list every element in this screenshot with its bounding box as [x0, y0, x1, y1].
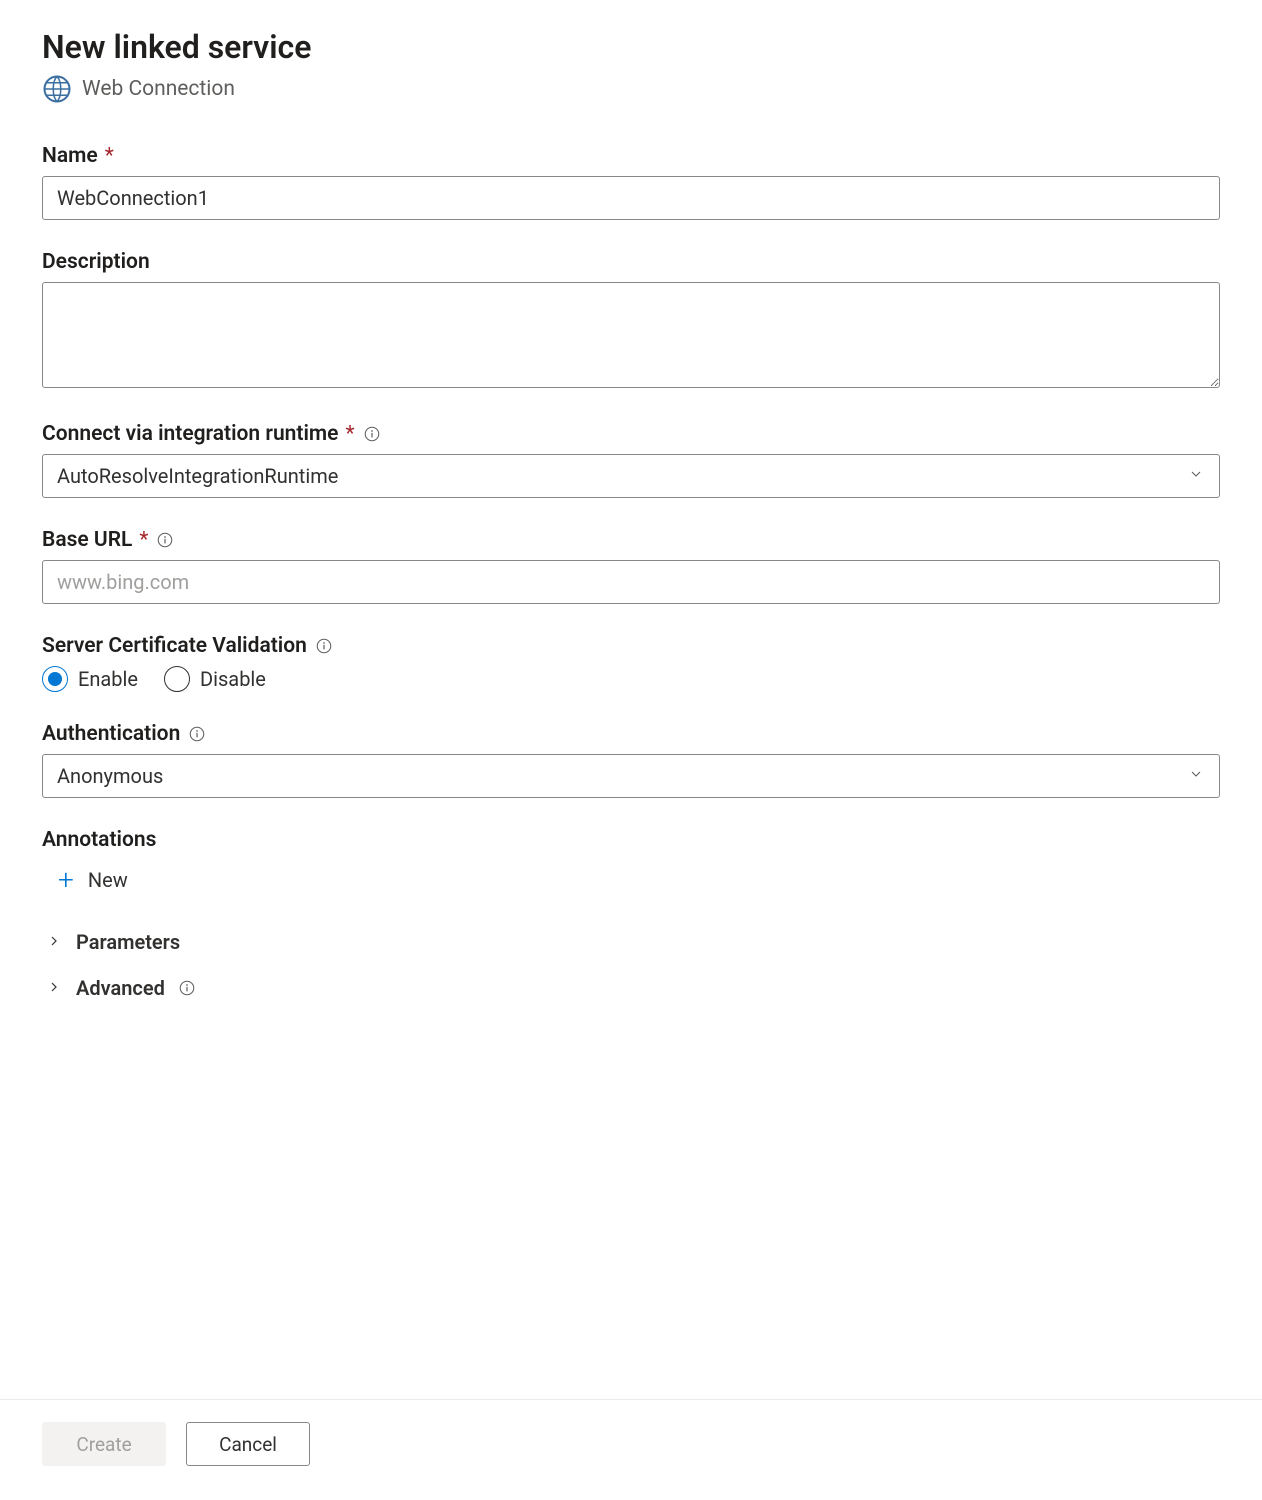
field-group-annotations: Annotations + New — [42, 828, 1220, 900]
radio-enable-text: Enable — [78, 667, 138, 691]
base-url-label-text: Base URL — [42, 528, 132, 552]
authentication-label-text: Authentication — [42, 722, 180, 746]
radio-enable[interactable]: Enable — [42, 666, 138, 692]
server-cert-label-text: Server Certificate Validation — [42, 634, 307, 658]
field-group-base-url: Base URL * — [42, 528, 1220, 604]
name-input[interactable] — [42, 176, 1220, 220]
linked-service-panel: New linked service Web Connection Name *… — [0, 0, 1262, 1402]
accordion-parameters-label: Parameters — [76, 930, 180, 954]
subtitle: Web Connection — [82, 77, 235, 101]
field-group-authentication: Authentication Anonymous — [42, 722, 1220, 798]
description-label-text: Description — [42, 250, 150, 274]
field-group-name: Name * — [42, 144, 1220, 220]
required-asterisk: * — [139, 528, 148, 552]
create-button[interactable]: Create — [42, 1422, 166, 1466]
radio-disable[interactable]: Disable — [164, 666, 266, 692]
info-icon[interactable] — [314, 636, 334, 656]
chevron-right-icon — [46, 933, 64, 951]
authentication-select[interactable]: Anonymous — [42, 754, 1220, 798]
accordion-parameters[interactable]: Parameters — [46, 930, 1220, 954]
radio-disable-circle — [164, 666, 190, 692]
base-url-input[interactable] — [42, 560, 1220, 604]
add-annotation-button[interactable]: + New — [50, 860, 136, 900]
required-asterisk: * — [345, 422, 354, 446]
integration-runtime-label-text: Connect via integration runtime — [42, 422, 338, 446]
integration-runtime-label: Connect via integration runtime * — [42, 422, 1220, 446]
footer: Create Cancel — [0, 1399, 1262, 1500]
annotations-label: Annotations — [42, 828, 1220, 852]
field-group-description: Description — [42, 250, 1220, 392]
radio-disable-text: Disable — [200, 667, 266, 691]
field-group-integration-runtime: Connect via integration runtime * AutoRe… — [42, 422, 1220, 498]
page-title: New linked service — [42, 28, 1220, 66]
integration-runtime-select[interactable]: AutoResolveIntegrationRuntime — [42, 454, 1220, 498]
annotations-label-text: Annotations — [42, 828, 156, 852]
globe-icon — [42, 74, 72, 104]
base-url-label: Base URL * — [42, 528, 1220, 552]
authentication-label: Authentication — [42, 722, 1220, 746]
description-textarea[interactable] — [42, 282, 1220, 388]
info-icon[interactable] — [155, 530, 175, 550]
radio-enable-circle — [42, 666, 68, 692]
field-group-server-cert: Server Certificate Validation Enable Dis… — [42, 634, 1220, 692]
chevron-right-icon — [46, 979, 64, 997]
required-asterisk: * — [105, 144, 114, 168]
info-icon[interactable] — [362, 424, 382, 444]
plus-icon: + — [58, 866, 74, 894]
info-icon[interactable] — [177, 978, 197, 998]
name-label-text: Name — [42, 144, 98, 168]
accordion-advanced[interactable]: Advanced — [46, 976, 1220, 1000]
add-annotation-text: New — [88, 868, 128, 892]
name-label: Name * — [42, 144, 1220, 168]
info-icon[interactable] — [187, 724, 207, 744]
subtitle-row: Web Connection — [42, 74, 1220, 104]
server-cert-label: Server Certificate Validation — [42, 634, 1220, 658]
description-label: Description — [42, 250, 1220, 274]
cancel-button[interactable]: Cancel — [186, 1422, 310, 1466]
accordion-advanced-label: Advanced — [76, 976, 165, 1000]
